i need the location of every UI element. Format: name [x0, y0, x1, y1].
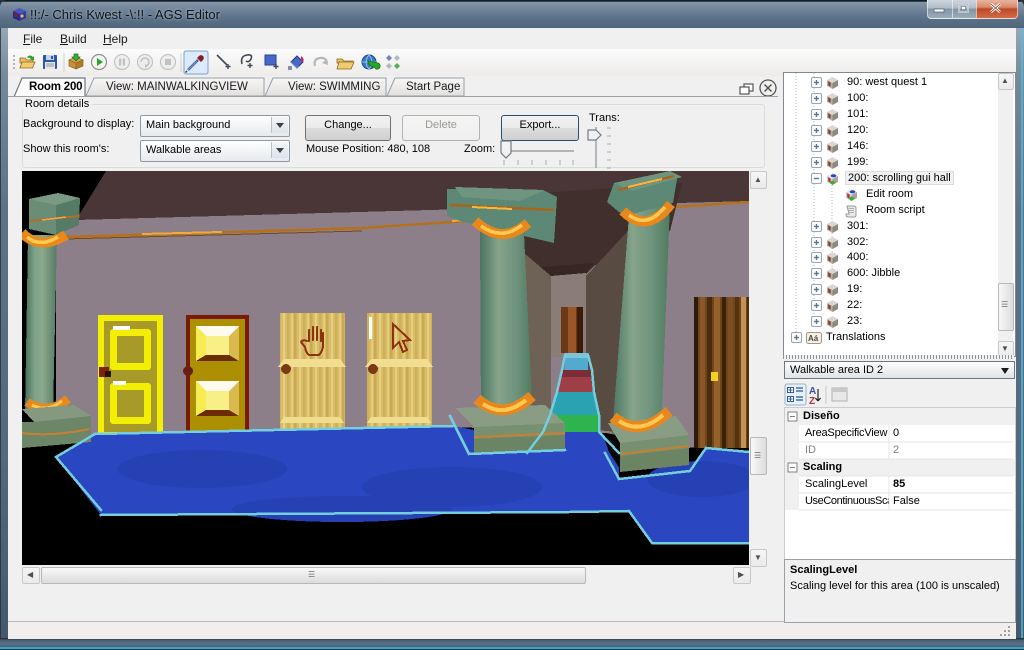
svg-text:Z: Z [809, 396, 815, 407]
svg-text:Aá: Aá [808, 334, 819, 343]
